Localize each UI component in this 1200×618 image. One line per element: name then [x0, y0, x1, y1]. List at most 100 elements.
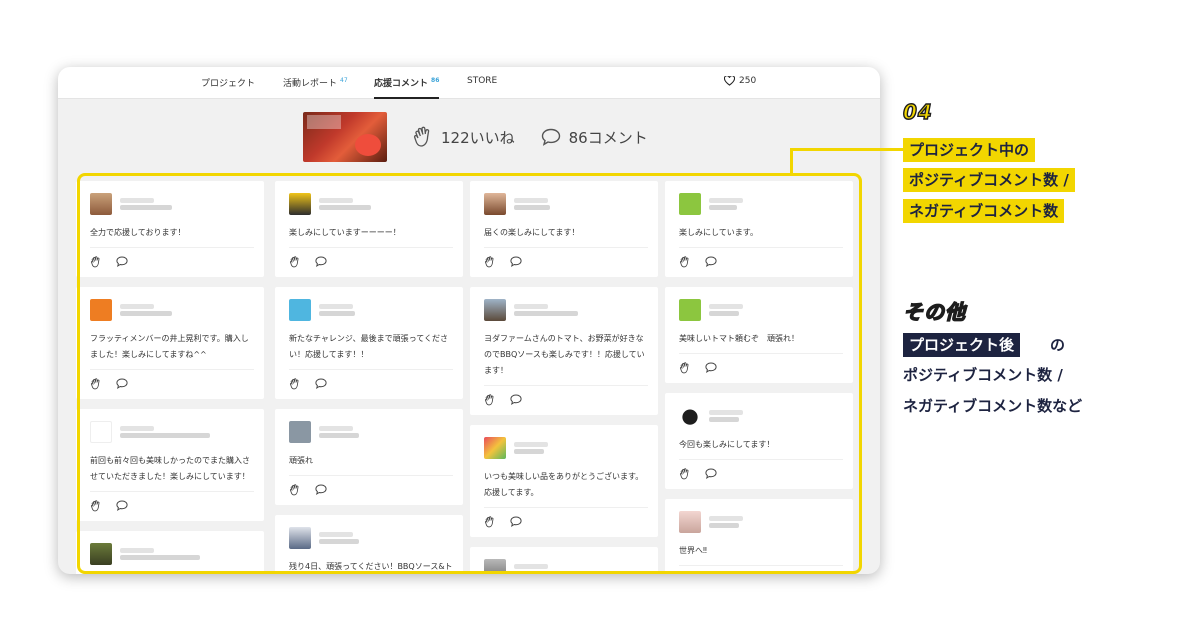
comment-card: フラッティメンバーの井上晃利です。購入しました！楽しみにしてますね^^ — [76, 287, 264, 399]
reply-icon[interactable] — [510, 516, 522, 527]
reply-icon[interactable] — [315, 378, 327, 389]
avatar[interactable] — [289, 299, 311, 321]
comment-text: 届くの楽しみにしてます！ — [484, 228, 580, 237]
speech-bubble-icon — [541, 128, 560, 146]
comment-text: 今回も楽しみにしてます！ — [679, 440, 775, 449]
tab-count: 47 — [340, 77, 348, 84]
comment-column: 全力で応援しております！ フラッティメンバーの井上晃利です。購入しました！楽しみ… — [76, 181, 264, 574]
annotation-line: ネガティブコメント数など — [903, 397, 1083, 415]
connector-horizontal — [790, 148, 904, 151]
tab-activity-report[interactable]: 活動レポート 47 — [283, 76, 348, 89]
annotation-number: 04 — [902, 99, 933, 124]
comment-card: 楽しみにしていますーーーー！ — [275, 181, 463, 277]
comment-text: 前回も前々回も美味しかったのでまた購入させていただきました！楽しみにしています！ — [90, 456, 250, 481]
avatar[interactable] — [90, 543, 112, 565]
likes-total[interactable]: 250 — [724, 76, 756, 86]
comment-card: 届くの楽しみにしてます！ — [470, 181, 658, 277]
comment-card: 全力で応援しております！ — [76, 181, 264, 277]
tab-label: 活動レポート — [283, 79, 338, 89]
avatar[interactable] — [679, 405, 701, 427]
reply-icon[interactable] — [510, 394, 522, 405]
reply-icon[interactable] — [315, 484, 327, 495]
reply-icon[interactable] — [705, 468, 717, 479]
comment-card: 世界へ‼ — [665, 499, 853, 574]
tab-label: プロジェクト — [201, 79, 256, 89]
reply-icon[interactable] — [705, 256, 717, 267]
comment-card: 新たなチャレンジ、最後まで頑張ってください！応援してます！！ — [275, 287, 463, 399]
clap-icon[interactable] — [90, 256, 102, 268]
comment-card: 美味しいトマト頼むぞ 頑張れ！ — [665, 287, 853, 383]
clap-icon[interactable] — [484, 394, 496, 406]
reply-icon[interactable] — [116, 378, 128, 389]
reply-icon[interactable] — [315, 256, 327, 267]
comment-column: 楽しみにしています。 美味しいトマト頼むぞ 頑張れ！ 今回も楽しみにしてます！ … — [665, 181, 853, 574]
clap-icon[interactable] — [679, 256, 691, 268]
likes-stat: 122いいね — [413, 126, 515, 148]
avatar[interactable] — [90, 193, 112, 215]
clap-icon[interactable] — [484, 516, 496, 528]
browser-window: プロジェクト 活動レポート 47 応援コメント 86 STORE 250 122いい… — [58, 67, 880, 574]
comment-card — [470, 547, 658, 574]
reply-icon[interactable] — [116, 500, 128, 511]
comment-text: 全力で応援しております！ — [90, 228, 186, 237]
annotation-line: ネガティブコメント数 — [903, 199, 1065, 223]
comments-count: 86コメント — [568, 128, 648, 147]
comment-card — [76, 531, 264, 574]
connector-vertical — [790, 148, 793, 175]
annotation-line: ポジティブコメント数 / — [903, 168, 1075, 192]
tab-label: 応援コメント — [374, 79, 429, 89]
tab-store[interactable]: STORE — [467, 76, 497, 86]
reply-icon[interactable] — [705, 362, 717, 373]
tab-project[interactable]: プロジェクト — [201, 76, 255, 89]
avatar[interactable] — [484, 437, 506, 459]
reply-icon[interactable] — [116, 256, 128, 267]
clap-icon[interactable] — [90, 378, 102, 390]
avatar[interactable] — [484, 299, 506, 321]
comment-card: 楽しみにしています。 — [665, 181, 853, 277]
comment-text: 楽しみにしていますーーーー！ — [289, 228, 401, 237]
avatar[interactable] — [289, 527, 311, 549]
avatar[interactable] — [289, 193, 311, 215]
avatar[interactable] — [679, 511, 701, 533]
tab-count: 86 — [431, 77, 440, 84]
comment-text: 頑張れ — [289, 456, 313, 465]
comment-card: 残り4日、頑張ってください！BBQソース&トマト楽しみにしています！！ — [275, 515, 463, 574]
avatar[interactable] — [90, 421, 112, 443]
avatar[interactable] — [679, 299, 701, 321]
comment-card: ヨダファームさんのトマト、お野菜が好きなのでBBQソースも楽しみです！！応援して… — [470, 287, 658, 415]
comment-card: 頑張れ — [275, 409, 463, 505]
likes-total-count: 250 — [739, 76, 757, 86]
clap-icon[interactable] — [289, 378, 301, 390]
comment-text: 美味しいトマト頼むぞ 頑張れ！ — [679, 334, 799, 343]
comment-card: 今回も楽しみにしてます！ — [665, 393, 853, 489]
avatar[interactable] — [90, 299, 112, 321]
clap-icon[interactable] — [484, 256, 496, 268]
avatar[interactable] — [484, 193, 506, 215]
clap-icon[interactable] — [679, 362, 691, 374]
comment-text: 楽しみにしています。 — [679, 228, 758, 237]
clap-icon[interactable] — [90, 500, 102, 512]
comment-column: 楽しみにしていますーーーー！ 新たなチャレンジ、最後まで頑張ってください！応援し… — [275, 181, 463, 574]
avatar[interactable] — [484, 559, 506, 574]
clap-icon[interactable] — [289, 484, 301, 496]
avatar[interactable] — [679, 193, 701, 215]
clap-icon[interactable] — [289, 256, 301, 268]
annotation-line: プロジェクト後 — [903, 333, 1021, 357]
annotation-heading: その他 — [902, 299, 966, 324]
tab-label: STORE — [467, 76, 498, 86]
heart-icon — [724, 76, 735, 86]
comment-text: 世界へ‼ — [679, 546, 707, 555]
annotation-line: の — [1050, 336, 1066, 354]
project-thumbnail — [303, 112, 387, 162]
comment-card: 前回も前々回も美味しかったのでまた購入させていただきました！楽しみにしています！ — [76, 409, 264, 521]
tab-support-comments[interactable]: 応援コメント 86 — [374, 76, 440, 99]
comment-text: 残り4日、頑張ってください！BBQソース&トマト楽しみにしています！！ — [289, 562, 453, 571]
reply-icon[interactable] — [510, 256, 522, 267]
comment-card: いつも美味しい品をありがとうございます。応援してます。 — [470, 425, 658, 537]
comment-summary: 122いいね 86コメント — [303, 111, 648, 163]
tab-bar: プロジェクト 活動レポート 47 応援コメント 86 STORE 250 — [58, 67, 880, 99]
annotation-line: プロジェクト中の — [903, 138, 1036, 162]
comment-column: 届くの楽しみにしてます！ ヨダファームさんのトマト、お野菜が好きなのでBBQソー… — [470, 181, 658, 574]
avatar[interactable] — [289, 421, 311, 443]
clap-icon[interactable] — [679, 468, 691, 480]
